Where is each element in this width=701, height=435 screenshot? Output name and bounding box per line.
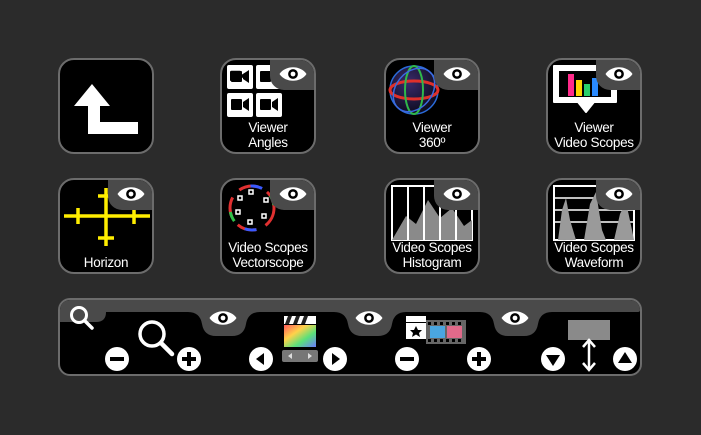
vertical-resize-icon <box>568 320 610 372</box>
up-triangle-circle-icon[interactable] <box>612 346 638 372</box>
eye-icon[interactable] <box>270 180 314 210</box>
eye-icon[interactable] <box>270 60 314 90</box>
waveform-tile[interactable]: Video Scopes Waveform <box>546 178 642 274</box>
eye-icon[interactable] <box>208 308 238 328</box>
eye-icon[interactable] <box>596 180 640 210</box>
bottom-control-bar <box>58 298 642 376</box>
zoom-in-plus-icon[interactable] <box>176 346 202 372</box>
eye-icon[interactable] <box>596 60 640 90</box>
back-tile[interactable] <box>58 58 154 154</box>
eye-icon[interactable] <box>500 308 530 328</box>
up-left-arrow-icon <box>74 84 138 134</box>
viewer-360-label: Viewer 360º <box>412 120 452 150</box>
waveform-label: Video Scopes Waveform <box>554 240 634 270</box>
horizon-label: Horizon <box>83 255 129 270</box>
horizon-tile[interactable]: Horizon <box>58 178 154 274</box>
right-arrow-circle-icon[interactable] <box>322 346 348 372</box>
eye-icon[interactable] <box>354 308 384 328</box>
viewer-angles-label: Viewer Angles <box>248 120 288 150</box>
left-arrow-circle-icon[interactable] <box>248 346 274 372</box>
final-cut-clapperboard-icon <box>282 316 318 362</box>
viewer-video-scopes-label: Viewer Video Scopes <box>554 120 634 150</box>
histogram-label: Video Scopes Histogram <box>392 240 472 270</box>
viewer-video-scopes-tile[interactable]: Viewer Video Scopes <box>546 58 642 154</box>
viewer-360-tile[interactable]: Viewer 360º <box>384 58 480 154</box>
viewer-angles-tile[interactable]: Viewer Angles <box>220 58 316 154</box>
zoom-out-minus-icon[interactable] <box>104 346 130 372</box>
down-triangle-circle-icon[interactable] <box>540 346 566 372</box>
vectorscope-label: Video Scopes Vectorscope <box>228 240 308 270</box>
filmstrip-icon <box>406 316 466 344</box>
minus-circle-icon[interactable] <box>394 346 420 372</box>
magnifier-icon <box>138 320 175 357</box>
eye-icon[interactable] <box>108 180 152 210</box>
search-icon[interactable] <box>68 304 96 330</box>
histogram-tile[interactable]: Video Scopes Histogram <box>384 178 480 274</box>
eye-icon[interactable] <box>434 180 478 210</box>
plus-circle-icon[interactable] <box>466 346 492 372</box>
eye-icon[interactable] <box>434 60 478 90</box>
vectorscope-tile[interactable]: Video Scopes Vectorscope <box>220 178 316 274</box>
